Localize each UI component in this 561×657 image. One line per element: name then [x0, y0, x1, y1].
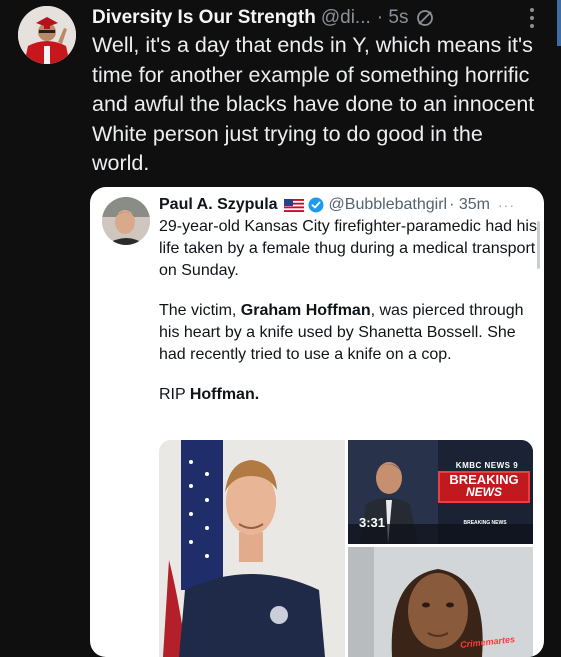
- news-broadcast-thumbnail[interactable]: KMBC NEWS 9 BREAKING NEWS 3:31 BREAKING …: [348, 440, 533, 544]
- us-flag-icon: [283, 198, 304, 212]
- quoted-paragraph-2: The victim, Graham Hoffman, was pierced …: [159, 300, 539, 366]
- news-label: NEWS: [466, 485, 502, 499]
- quoted-tweet-card[interactable]: Paul A. Szypula @Bubblebathgirl · 35m ··…: [90, 187, 544, 657]
- station-logo: KMBC NEWS 9: [455, 461, 519, 470]
- globe-icon: [417, 10, 434, 26]
- quoted-tweet-header: Paul A. Szypula @Bubblebathgirl · 35m ··…: [159, 193, 539, 217]
- quoted-timestamp[interactable]: · 35m: [449, 196, 490, 214]
- victim-name: Graham Hoffman: [240, 302, 371, 319]
- quoted-paragraph-1: 29-year-old Kansas City firefighter-para…: [159, 218, 537, 279]
- breaking-ticker: BREAKING NEWS: [463, 520, 507, 526]
- more-vertical-icon[interactable]: [525, 6, 539, 30]
- firefighter-photo[interactable]: [159, 440, 345, 657]
- rip-name: Hoffman.: [189, 386, 260, 403]
- outer-post: Diversity Is Our Strength @di... · 5s We…: [0, 0, 561, 657]
- para2-prefix: The victim,: [159, 302, 241, 319]
- para3-prefix: RIP: [159, 386, 190, 403]
- quoted-tweet-text: 29-year-old Kansas City firefighter-para…: [159, 216, 539, 406]
- quoted-author-name[interactable]: Paul A. Szypula: [159, 196, 278, 214]
- mugshot-photo[interactable]: Crimemartes: [348, 547, 533, 657]
- verified-badge-icon: [308, 197, 324, 213]
- post-text: Well, it's a day that ends in Y, which m…: [92, 33, 535, 175]
- media-grid[interactable]: KMBC NEWS 9 BREAKING NEWS 3:31 BREAKING …: [159, 440, 533, 657]
- quoted-author-avatar[interactable]: [102, 197, 150, 245]
- author-display-name[interactable]: Diversity Is Our Strength: [92, 7, 316, 29]
- author-avatar[interactable]: [18, 6, 76, 64]
- quoted-more-icon[interactable]: ···: [498, 197, 515, 213]
- quoted-paragraph-3: RIP Hoffman.: [159, 384, 539, 406]
- author-handle[interactable]: @di...: [321, 7, 371, 29]
- post-header: Diversity Is Our Strength @di... · 5s: [92, 4, 532, 32]
- post-timestamp[interactable]: · 5s: [377, 7, 409, 29]
- broadcast-time: 3:31: [359, 515, 386, 530]
- quoted-author-handle[interactable]: @Bubblebathgirl: [329, 196, 448, 214]
